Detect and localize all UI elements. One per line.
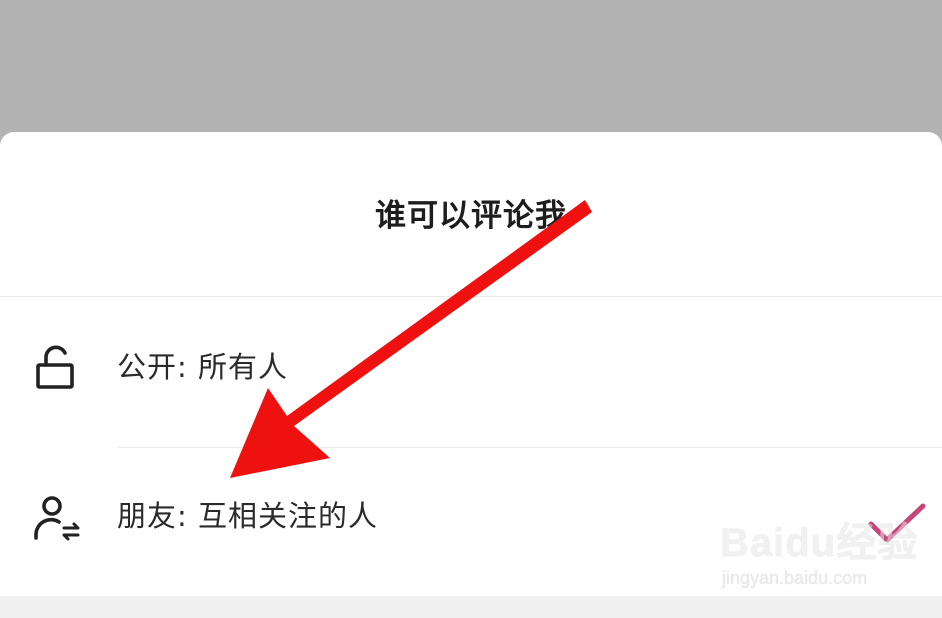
sheet-title: 谁可以评论我: [375, 198, 567, 234]
comment-permission-sheet: 谁可以评论我 公开: 所有人 朋友: 互相关注的人: [0, 132, 942, 618]
unlock-icon: [36, 345, 74, 389]
option-friends[interactable]: 朋友: 互相关注的人: [0, 448, 942, 598]
option-public-label: 公开: 所有人: [117, 350, 288, 384]
checkmark-icon: [868, 503, 926, 543]
option-friends-label: 朋友: 互相关注的人: [117, 499, 378, 533]
mutual-follow-icon: [34, 496, 80, 541]
bottom-strip: [0, 596, 942, 618]
screen: 谁可以评论我 公开: 所有人 朋友: 互相关注的人 Baidu经验 jingya…: [0, 0, 942, 618]
option-public[interactable]: 公开: 所有人: [0, 297, 942, 447]
